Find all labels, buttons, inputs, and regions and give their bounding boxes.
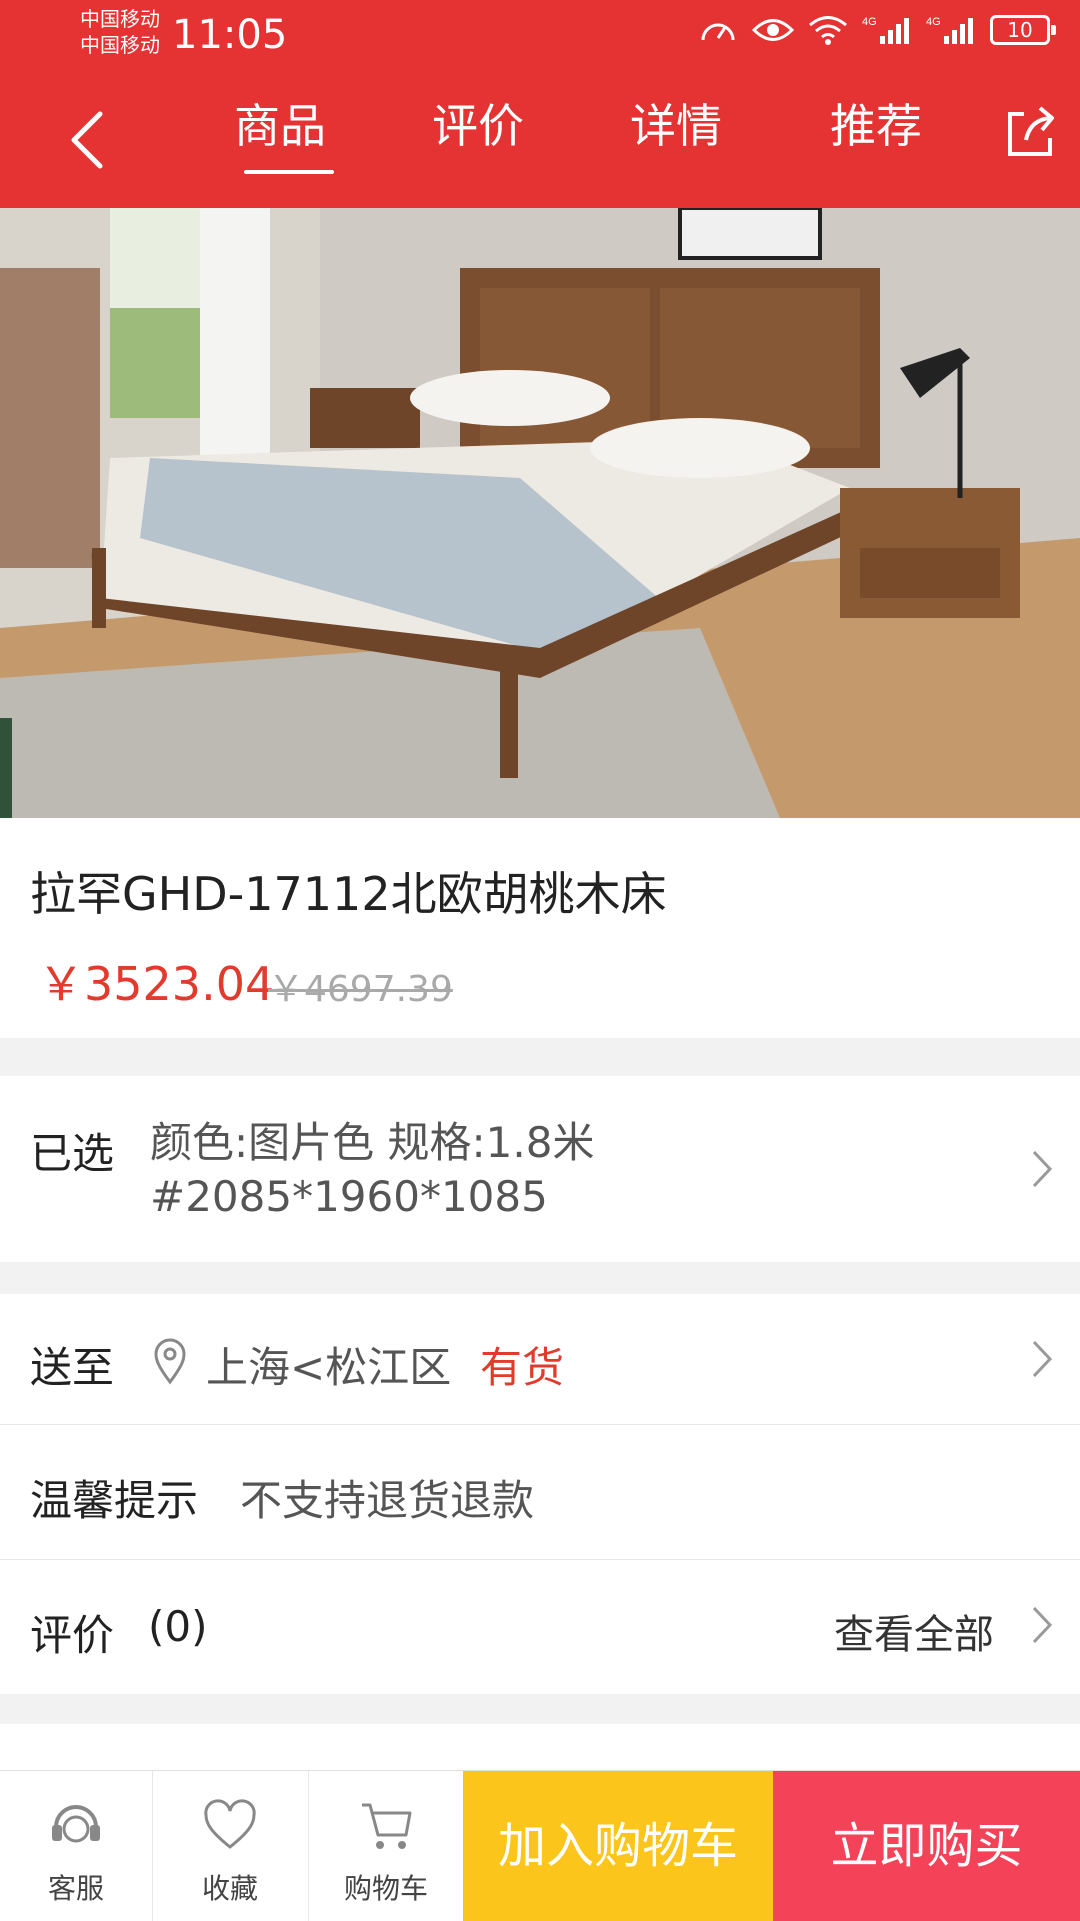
selected-spec-line-1: 颜色:图片色 规格:1.8米 bbox=[150, 1118, 595, 1167]
tab-reviews[interactable]: 评价 bbox=[408, 90, 548, 190]
carrier-2: 中国移动 bbox=[80, 33, 160, 57]
top-nav: 商品 评价 详情 推荐 bbox=[0, 90, 1080, 190]
divider bbox=[308, 1771, 309, 1921]
tab-bar: 商品 评价 详情 推荐 bbox=[0, 90, 1080, 190]
delivery-location: 上海<松江区 bbox=[206, 1343, 452, 1392]
buy-now-button[interactable]: 立即购买 bbox=[773, 1771, 1080, 1921]
tip-text: 不支持退货退款 bbox=[240, 1476, 535, 1525]
favorite-button[interactable]: 收藏 bbox=[154, 1771, 306, 1921]
selected-spec-line-2: #2085*1960*1085 bbox=[150, 1172, 548, 1221]
wifi-icon bbox=[809, 16, 847, 45]
header: 中国移动 中国移动 11:05 4G 4G 10 商品 评价 详情 推荐 bbox=[0, 0, 1080, 208]
carrier-info: 中国移动 中国移动 bbox=[80, 6, 160, 58]
shopping-cart-icon bbox=[362, 1803, 412, 1849]
headset-icon bbox=[52, 1805, 100, 1843]
cart-button[interactable]: 购物车 bbox=[310, 1771, 462, 1921]
chevron-right-icon bbox=[1032, 1606, 1053, 1644]
tab-product[interactable]: 商品 bbox=[210, 90, 350, 190]
svg-text:4G: 4G bbox=[926, 16, 941, 28]
svg-text:4G: 4G bbox=[862, 16, 877, 28]
heart-icon bbox=[204, 1799, 256, 1849]
speed-meter-icon bbox=[701, 23, 735, 41]
reviews-label: 评价 bbox=[30, 1611, 115, 1660]
tip-label: 温馨提示 bbox=[30, 1476, 199, 1525]
delivery-label: 送至 bbox=[30, 1343, 115, 1392]
clock: 11:05 bbox=[172, 12, 288, 58]
product-title: 拉罕GHD-17112北欧胡桃木床 bbox=[30, 867, 667, 921]
share-icon[interactable] bbox=[1000, 102, 1060, 162]
add-to-cart-button[interactable]: 加入购物车 bbox=[463, 1771, 773, 1921]
view-all-link[interactable]: 查看全部 bbox=[834, 1602, 994, 1660]
product-image[interactable] bbox=[0, 208, 1080, 818]
customer-service-button[interactable]: 客服 bbox=[0, 1771, 152, 1921]
selected-spec: 颜色:图片色 规格:1.8米 #2085*1960*1085 bbox=[150, 1116, 594, 1224]
bottom-action-bar: 客服 收藏 购物车 加入购物车 立即购买 bbox=[0, 1770, 1080, 1921]
carrier-1: 中国移动 bbox=[80, 7, 160, 31]
battery-icon: 10 bbox=[990, 15, 1056, 45]
warm-tip-row: 温馨提示 不支持退货退款 bbox=[0, 1425, 1080, 1560]
cart-label: 购物车 bbox=[343, 1872, 428, 1905]
original-price: ￥4697.39 bbox=[268, 969, 453, 1010]
reviews-row[interactable]: 评价 (0) 查看全部 bbox=[0, 1560, 1080, 1694]
current-price: ￥3523.04 bbox=[38, 957, 275, 1011]
eye-icon bbox=[752, 19, 794, 41]
bed-photo-illustration bbox=[0, 208, 1080, 818]
favorite-label: 收藏 bbox=[201, 1872, 258, 1905]
status-icons: 4G 4G 10 bbox=[698, 14, 1056, 46]
next-section-peek bbox=[0, 1724, 1080, 1774]
selected-label: 已选 bbox=[30, 1129, 115, 1178]
product-info-card: 拉罕GHD-17112北欧胡桃木床 ￥3523.04 ￥4697.39 bbox=[0, 818, 1080, 1038]
status-bar: 中国移动 中国移动 11:05 4G 4G 10 bbox=[0, 0, 1080, 70]
location-pin-icon bbox=[154, 1338, 186, 1385]
service-label: 客服 bbox=[47, 1872, 104, 1905]
reviews-count: (0) bbox=[148, 1602, 208, 1651]
signal-4g-icon: 4G bbox=[862, 16, 909, 44]
divider bbox=[152, 1771, 153, 1921]
chevron-right-icon bbox=[1032, 1150, 1053, 1188]
signal-4g-icon-2: 4G bbox=[926, 16, 973, 44]
delivery-row[interactable]: 送至 上海<松江区 有货 bbox=[0, 1294, 1080, 1425]
chevron-right-icon bbox=[1032, 1340, 1053, 1378]
tab-details[interactable]: 详情 bbox=[606, 90, 746, 190]
tab-recommend[interactable]: 推荐 bbox=[806, 90, 946, 190]
selected-spec-row[interactable]: 已选 颜色:图片色 规格:1.8米 #2085*1960*1085 bbox=[0, 1076, 1080, 1262]
stock-status: 有货 bbox=[480, 1343, 565, 1392]
